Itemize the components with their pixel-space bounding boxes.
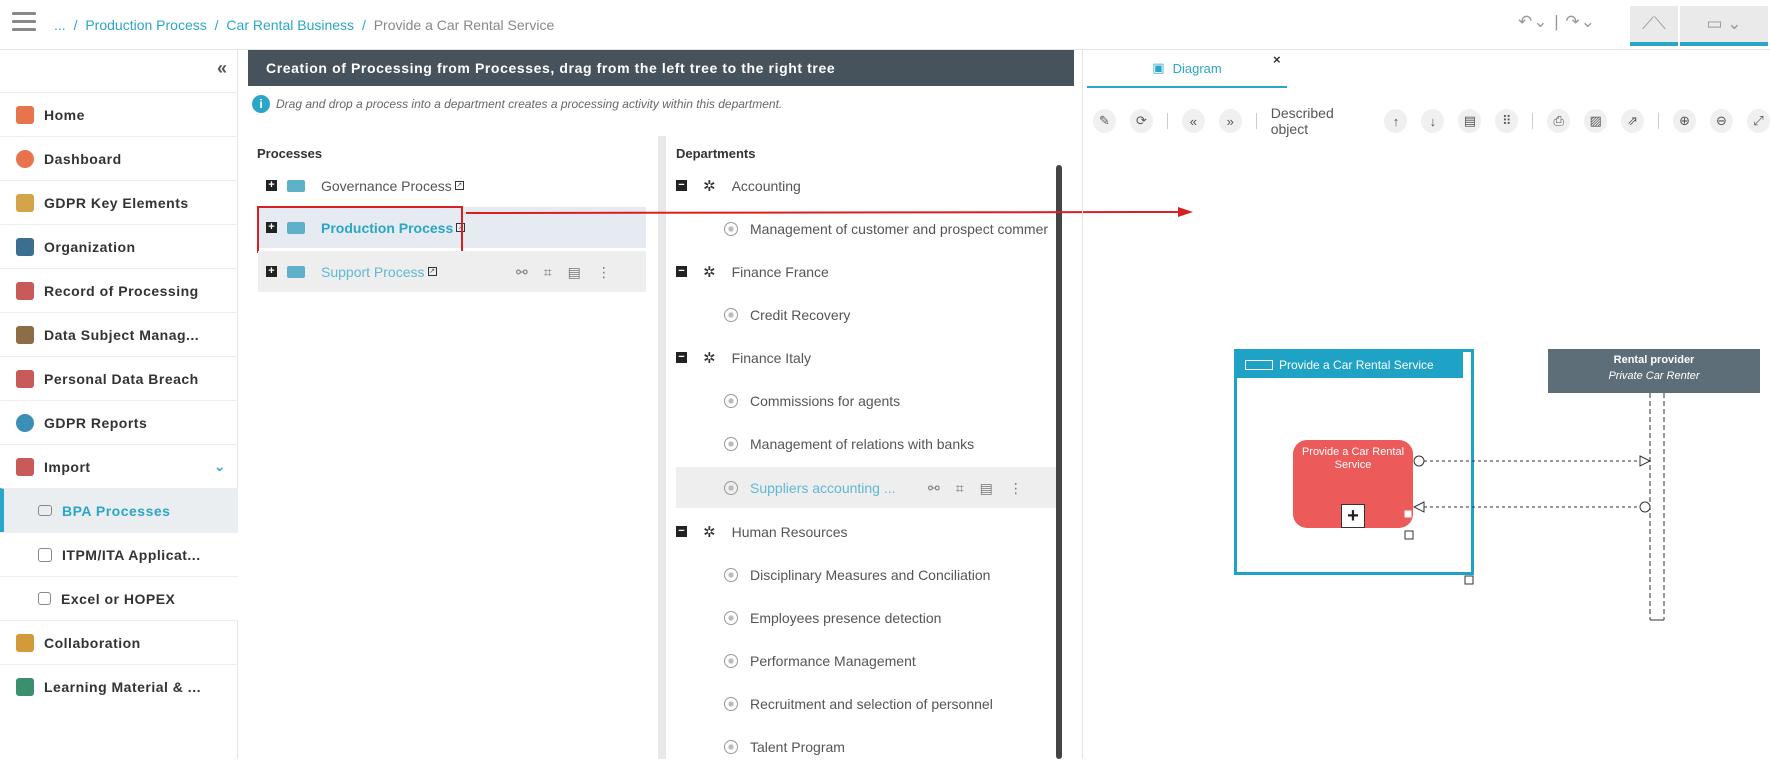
tab-diagram[interactable]: ▣ Diagram: [1087, 50, 1287, 88]
fullscreen-icon[interactable]: ⤢: [1746, 109, 1770, 133]
rental-provider-lane[interactable]: Rental provider Private Car Renter: [1548, 349, 1760, 393]
zoom-out-icon[interactable]: ⊖: [1710, 109, 1733, 133]
arrow-down-icon[interactable]: ↓: [1421, 109, 1445, 133]
diagram-toolbar: ✎ ⟳ « » Described object ↑ ↓ ▤ ⠿ ⎙ ▨ ⇗ ⊕…: [1093, 105, 1770, 137]
previous-icon[interactable]: «: [1181, 109, 1205, 133]
properties-icon[interactable]: ▤: [1458, 109, 1482, 133]
subprocess-plus-icon[interactable]: +: [1341, 504, 1365, 528]
next-icon[interactable]: »: [1218, 109, 1242, 133]
print-icon[interactable]: ⎙: [1547, 109, 1571, 133]
grid-icon[interactable]: ⠿: [1495, 109, 1519, 133]
diagram-task[interactable]: Provide a Car Rental Service +: [1293, 440, 1413, 528]
pool-icon: [1245, 360, 1273, 370]
arrow-up-icon[interactable]: ↑: [1384, 109, 1408, 133]
close-tab-icon[interactable]: ×: [1273, 52, 1281, 67]
share-icon[interactable]: ⇗: [1621, 109, 1645, 133]
zoom-in-icon[interactable]: ⊕: [1673, 109, 1696, 133]
refresh-icon[interactable]: ⟳: [1129, 109, 1153, 133]
edit-icon[interactable]: ✎: [1093, 109, 1116, 133]
described-object-label: Described object: [1270, 105, 1334, 137]
image-icon[interactable]: ▨: [1584, 109, 1608, 133]
drag-arrow-line: [465, 211, 1179, 214]
diagram-tab-icon: ▣: [1152, 60, 1165, 75]
pool-header[interactable]: Provide a Car Rental Service: [1237, 352, 1463, 378]
